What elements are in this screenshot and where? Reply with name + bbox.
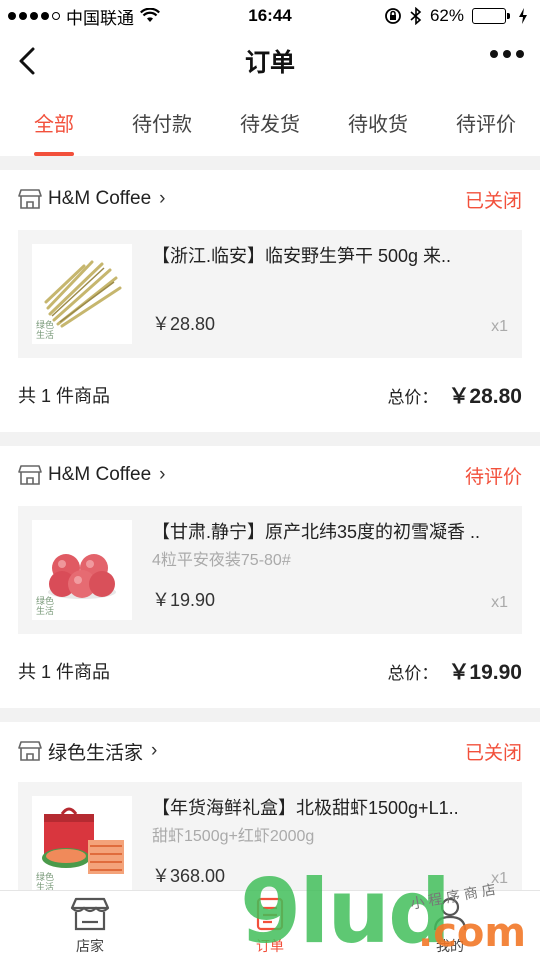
product-quantity: x1: [491, 594, 508, 611]
product-info: 【浙江.临安】临安野生笋干 500g 来.. ￥28.80 x1: [152, 244, 508, 344]
status-left: 中国联通: [8, 4, 160, 29]
item-count: 共 1 件商品: [18, 386, 111, 406]
tab-pending-review[interactable]: 待评价: [432, 90, 540, 156]
shop-link[interactable]: H&M Coffee ›: [18, 188, 165, 210]
shop-name: H&M Coffee: [48, 464, 152, 485]
tab-pending-payment[interactable]: 待付款: [108, 90, 216, 156]
tab-all[interactable]: 全部: [0, 90, 108, 156]
shop-name: H&M Coffee: [48, 188, 152, 209]
order-tabs: 全部 待付款 待发货 待收货 待评价: [0, 90, 540, 156]
wifi-icon: [140, 8, 160, 22]
shop-link[interactable]: 绿色生活家 ›: [18, 738, 157, 765]
tab-pending-shipment[interactable]: 待发货: [216, 90, 324, 156]
product-name: 【年货海鲜礼盒】北极甜虾1500g+L1..: [152, 798, 459, 818]
shop-icon: [18, 189, 42, 209]
order-status: 已关闭: [464, 742, 522, 764]
order-footer: 共 1 件商品 总价： ￥19.90: [0, 634, 540, 708]
tabbar-orders-label: 订单: [256, 938, 284, 954]
chevron-left-icon: [19, 47, 35, 75]
product-quantity: x1: [491, 318, 508, 335]
tabbar-orders[interactable]: 订单: [180, 891, 360, 960]
shop-link[interactable]: H&M Coffee ›: [18, 464, 165, 486]
order-header: H&M Coffee › 待评价: [0, 446, 540, 504]
bluetooth-icon: [410, 7, 422, 25]
more-button[interactable]: [490, 50, 524, 58]
chevron-right-icon: ›: [151, 740, 158, 761]
thumb-logo: 绿色生活: [36, 320, 55, 340]
tabbar-profile[interactable]: 我的: [360, 891, 540, 960]
product-name: 【甘肃.静宁】原产北纬35度的初雪凝香 ..: [152, 522, 481, 542]
order-list: H&M Coffee › 已关闭 绿色生活 【浙江.临安】临安野生笋干 500g…: [0, 170, 540, 890]
order-item[interactable]: 绿色生活 【浙江.临安】临安野生笋干 500g 来.. ￥28.80 x1: [18, 230, 522, 358]
charging-icon: [519, 8, 527, 24]
order-header: H&M Coffee › 已关闭: [0, 170, 540, 228]
shop-icon: [18, 741, 42, 761]
carrier-label: 中国联通: [66, 8, 134, 28]
thumb-logo: 绿色生活: [36, 872, 55, 890]
product-thumbnail: 绿色生活: [32, 244, 132, 344]
order-card[interactable]: H&M Coffee › 已关闭 绿色生活 【浙江.临安】临安野生笋干 500g…: [0, 170, 540, 432]
product-info: 【年货海鲜礼盒】北极甜虾1500g+L1.. 甜虾1500g+红虾2000g ￥…: [152, 796, 508, 890]
battery-percent: 62%: [429, 6, 464, 25]
tabbar-profile-label: 我的: [436, 938, 464, 954]
store-icon: [70, 897, 110, 931]
order-item[interactable]: 绿色生活 【年货海鲜礼盒】北极甜虾1500g+L1.. 甜虾1500g+红虾20…: [18, 782, 522, 890]
shop-icon: [18, 465, 42, 485]
shop-name: 绿色生活家: [48, 742, 144, 764]
more-icon: [490, 50, 498, 58]
page-title: 订单: [244, 49, 295, 77]
order-total: 总价： ￥28.80: [387, 380, 522, 410]
tabbar-store[interactable]: 店家: [0, 891, 180, 960]
status-bar: 中国联通 16:44 62%: [0, 0, 540, 32]
signal-strength-icon: [8, 12, 60, 20]
bottom-tab-bar: 店家 订单 我的: [0, 890, 540, 960]
product-price: ￥368.00: [152, 866, 226, 886]
product-spec: 甜虾1500g+红虾2000g: [152, 828, 315, 845]
total-value: ￥28.80: [448, 385, 522, 408]
battery-icon: [472, 8, 510, 24]
order-footer: 共 1 件商品 总价： ￥28.80: [0, 358, 540, 432]
total-label: 总价：: [387, 664, 439, 683]
thumb-logo: 绿色生活: [36, 596, 55, 616]
product-name: 【浙江.临安】临安野生笋干 500g 来..: [152, 246, 452, 266]
order-item[interactable]: 绿色生活 【甘肃.静宁】原产北纬35度的初雪凝香 .. 4粒平安夜装75-80#…: [18, 506, 522, 634]
order-status: 已关闭: [464, 190, 522, 212]
product-info: 【甘肃.静宁】原产北纬35度的初雪凝香 .. 4粒平安夜装75-80# ￥19.…: [152, 520, 508, 620]
tab-pending-receipt[interactable]: 待收货: [324, 90, 432, 156]
product-price: ￥28.80: [152, 314, 216, 334]
order-icon: [256, 897, 284, 931]
total-label: 总价：: [387, 388, 439, 407]
rotation-lock-icon: [385, 8, 401, 24]
product-thumbnail: 绿色生活: [32, 520, 132, 620]
tabbar-store-label: 店家: [76, 938, 104, 954]
total-value: ￥19.90: [448, 661, 522, 684]
chevron-right-icon: ›: [159, 464, 166, 485]
order-header: 绿色生活家 › 已关闭: [0, 722, 540, 780]
chevron-right-icon: ›: [159, 188, 166, 209]
nav-bar: 订单: [0, 32, 540, 90]
status-right: 62%: [384, 6, 528, 26]
order-status: 待评价: [464, 466, 522, 488]
order-card[interactable]: 绿色生活家 › 已关闭 绿色生活 【年货海鲜礼盒】北极甜虾1500g+L1.. …: [0, 722, 540, 890]
product-spec: 4粒平安夜装75-80#: [152, 552, 291, 569]
product-thumbnail: 绿色生活: [32, 796, 132, 890]
profile-icon: [433, 897, 467, 931]
order-card[interactable]: H&M Coffee › 待评价 绿色生活 【甘肃.静宁】原产北纬35度的初雪凝…: [0, 446, 540, 708]
order-total: 总价： ￥19.90: [387, 656, 522, 686]
back-button[interactable]: [10, 44, 44, 78]
item-count: 共 1 件商品: [18, 662, 111, 682]
product-price: ￥19.90: [152, 590, 216, 610]
product-quantity: x1: [491, 870, 508, 887]
